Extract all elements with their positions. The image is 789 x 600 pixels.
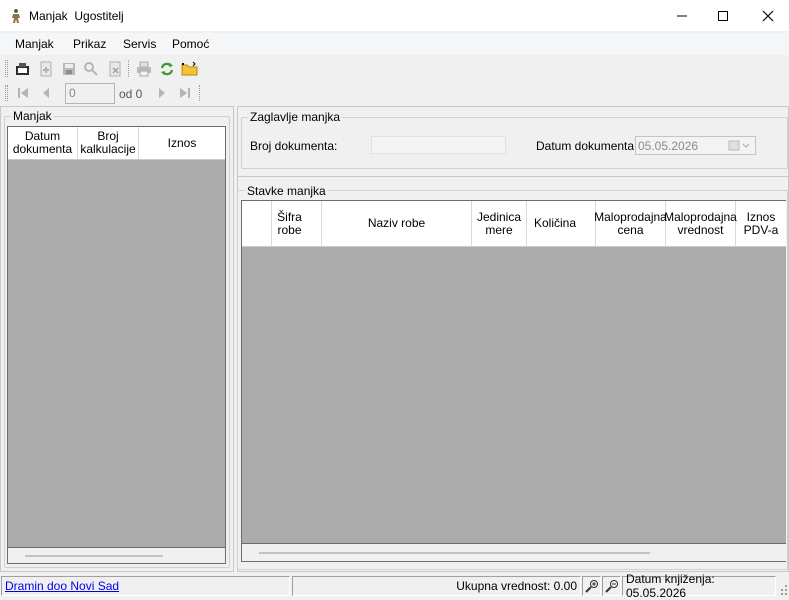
manjak-scroll-thumb[interactable]	[25, 555, 163, 557]
column-datum-dokumenta[interactable]: Datum dokumenta	[8, 127, 78, 159]
next-record-button[interactable]	[152, 83, 172, 103]
minimize-icon	[677, 15, 687, 17]
panel-splitter[interactable]	[237, 176, 789, 177]
items-group-title: Stavke manjka	[245, 184, 328, 198]
doc-date-value: 05.05.2026	[638, 139, 699, 153]
refresh-button[interactable]	[157, 59, 177, 79]
toolbar-grip[interactable]	[5, 60, 8, 77]
column-kolicina[interactable]: Količina	[527, 201, 596, 246]
manjak-group-title: Manjak	[11, 109, 54, 123]
doc-number-field[interactable]	[371, 136, 506, 154]
window-title: Manjak Ugostitelj	[29, 9, 124, 23]
items-scroll-thumb[interactable]	[259, 552, 650, 554]
row-header-corner	[242, 201, 272, 246]
column-maloprodajna-vrednost[interactable]: Maloprodajna vrednost	[664, 201, 737, 246]
first-record-button[interactable]	[13, 83, 33, 103]
column-iznos[interactable]: Iznos	[139, 127, 225, 159]
items-grid-header: Šifra robe Naziv robe Jedinica mere Koli…	[242, 201, 786, 247]
close-icon	[762, 10, 774, 22]
add-document-icon	[40, 61, 52, 77]
record-count-label: od 0	[119, 87, 143, 101]
menu-prikaz[interactable]: Prikaz	[73, 37, 106, 51]
new-document-button[interactable]	[13, 59, 33, 79]
refresh-icon	[160, 62, 174, 76]
menu-pomoc[interactable]: Pomoć	[172, 37, 209, 51]
open-folder-icon	[181, 61, 198, 76]
zoom-out-button[interactable]	[602, 576, 621, 596]
menu-servis[interactable]: Servis	[123, 37, 156, 51]
calendar-dropdown-icon[interactable]	[728, 140, 752, 155]
close-button[interactable]	[745, 0, 789, 32]
delete-document-button[interactable]	[105, 59, 125, 79]
column-iznos-pdv[interactable]: Iznos PDV-a	[736, 201, 786, 246]
navigator-separator	[199, 85, 202, 101]
zoom-out-icon	[604, 580, 618, 593]
first-record-icon	[18, 88, 28, 98]
previous-record-icon	[43, 88, 49, 98]
toolbar-separator	[128, 60, 131, 77]
menu-manjak[interactable]: Manjak	[15, 37, 54, 51]
column-maloprodajna-cena[interactable]: Maloprodajna cena	[594, 201, 667, 246]
column-naziv-robe[interactable]: Naziv robe	[322, 201, 472, 246]
doc-number-label: Broj dokumenta:	[250, 139, 338, 153]
column-jedinica-mere[interactable]: Jedinica mere	[472, 201, 527, 246]
posting-date-label: Datum knjiženja: 05.05.2026	[622, 572, 776, 600]
items-grid[interactable]	[241, 200, 786, 544]
resize-grip-icon[interactable]	[778, 583, 788, 595]
navigator-grip[interactable]	[5, 85, 8, 101]
add-document-button[interactable]	[36, 59, 56, 79]
total-value-label: Ukupna vrednost: 0.00	[292, 576, 581, 596]
search-key-icon	[84, 62, 98, 76]
next-record-icon	[159, 88, 165, 98]
manjak-grid-header: Datum dokumenta Broj kalkulacije Iznos	[8, 127, 225, 160]
doc-date-label: Datum dokumenta:	[536, 139, 638, 153]
save-icon	[63, 63, 75, 75]
delete-document-icon	[109, 61, 121, 77]
previous-record-button[interactable]	[36, 83, 56, 103]
last-record-icon	[180, 88, 190, 98]
open-folder-button[interactable]	[180, 59, 200, 79]
minimize-button[interactable]	[659, 0, 705, 32]
last-record-button[interactable]	[175, 83, 195, 103]
search-key-button[interactable]	[81, 59, 101, 79]
new-document-icon	[16, 63, 29, 75]
column-broj-kalkulacije[interactable]: Broj kalkulacije	[78, 127, 139, 159]
header-group-title: Zaglavlje manjka	[248, 110, 343, 124]
column-sifra-robe[interactable]: Šifra robe	[272, 201, 322, 246]
maximize-button[interactable]	[700, 0, 746, 32]
app-figure-icon	[8, 8, 24, 24]
company-link[interactable]: Dramin doo Novi Sad	[1, 576, 290, 596]
save-button[interactable]	[59, 59, 79, 79]
print-button[interactable]	[134, 59, 154, 79]
zoom-in-button[interactable]	[582, 576, 601, 596]
menu-bar	[0, 33, 789, 55]
zoom-in-icon	[584, 580, 598, 593]
manjak-grid[interactable]	[7, 126, 226, 548]
maximize-icon	[718, 11, 728, 21]
doc-date-picker[interactable]: 05.05.2026	[635, 136, 756, 155]
record-position-input[interactable]: 0	[65, 83, 115, 104]
print-icon	[137, 61, 151, 77]
